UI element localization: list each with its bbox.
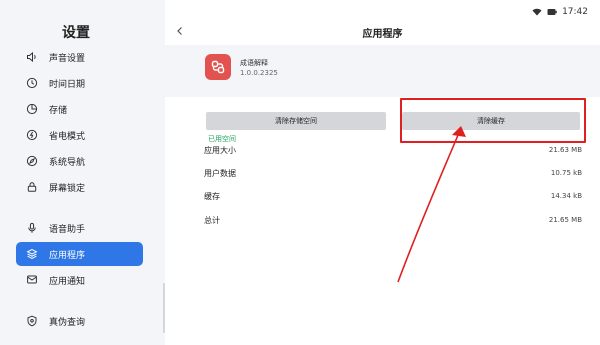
wifi-icon bbox=[532, 8, 542, 16]
info-row-total: 总计 21.65 MB bbox=[204, 213, 582, 227]
sidebar-item-applications[interactable]: 应用程序 bbox=[16, 242, 143, 266]
info-row-user-data: 用户数据 10.75 kB bbox=[204, 166, 582, 180]
annotation-highlight-box bbox=[400, 98, 586, 143]
sidebar-item-label: 语音助手 bbox=[49, 224, 86, 235]
sidebar-item-datetime[interactable]: 时间日期 bbox=[16, 71, 143, 95]
app-info-header: 成语解释 1.0.0.2325 bbox=[165, 45, 600, 97]
sidebar-item-label: 系统导航 bbox=[49, 157, 86, 168]
app-icon bbox=[205, 54, 231, 80]
lock-icon bbox=[25, 180, 39, 194]
sidebar-item-label: 真伪查询 bbox=[49, 317, 86, 328]
sidebar-item-notifications[interactable]: 应用通知 bbox=[16, 268, 143, 292]
info-row-key: 总计 bbox=[204, 215, 220, 225]
info-row-app-size: 应用大小 21.63 MB bbox=[204, 143, 582, 157]
sidebar-item-label: 屏幕锁定 bbox=[49, 183, 86, 194]
info-row-key: 用户数据 bbox=[204, 168, 236, 178]
app-version: 1.0.0.2325 bbox=[240, 69, 278, 77]
compass-icon bbox=[25, 154, 39, 168]
speaker-icon bbox=[25, 50, 39, 64]
info-row-value: 21.63 MB bbox=[548, 146, 582, 154]
info-row-value: 10.75 kB bbox=[550, 169, 582, 177]
sidebar-item-power-saving[interactable]: 省电模式 bbox=[16, 123, 143, 147]
clear-storage-button[interactable]: 清除存储空间 bbox=[206, 112, 386, 130]
storage-icon bbox=[25, 102, 39, 116]
sidebar-item-voice-assistant[interactable]: 语音助手 bbox=[16, 216, 143, 240]
sidebar-item-label: 声音设置 bbox=[49, 53, 86, 64]
app-name: 成语解释 bbox=[240, 59, 268, 67]
battery-icon bbox=[25, 128, 39, 142]
sidebar-item-label: 应用程序 bbox=[49, 250, 86, 261]
sidebar-item-label: 省电模式 bbox=[49, 131, 86, 142]
sidebar-item-storage[interactable]: 存储 bbox=[16, 97, 143, 121]
sidebar-item-authenticity-check[interactable]: 真伪查询 bbox=[16, 309, 143, 333]
battery-status-icon bbox=[547, 9, 557, 15]
status-bar: 17:42 bbox=[0, 0, 600, 28]
info-row-value: 14.34 kB bbox=[550, 192, 582, 200]
info-row-key: 缓存 bbox=[204, 191, 220, 201]
sidebar-item-sound[interactable]: 声音设置 bbox=[16, 45, 143, 69]
main-panel: 应用程序 成语解释 1.0.0.2325 清除存储空间 清除缓存 已用空间 应用… bbox=[165, 0, 600, 345]
sidebar-item-screen-lock[interactable]: 屏幕锁定 bbox=[16, 175, 143, 199]
info-row-cache: 缓存 14.34 kB bbox=[204, 189, 582, 203]
microphone-icon bbox=[25, 221, 39, 235]
sidebar-item-navigation[interactable]: 系统导航 bbox=[16, 149, 143, 173]
sidebar-item-label: 时间日期 bbox=[49, 79, 86, 90]
sidebar-item-label: 存储 bbox=[49, 105, 68, 116]
shield-icon bbox=[25, 314, 39, 328]
layers-icon bbox=[25, 247, 39, 261]
info-row-key: 应用大小 bbox=[204, 145, 236, 155]
clock-icon bbox=[25, 76, 39, 90]
sidebar: 设置 声音设置 时间日期 存储 省电模式 系统导航 屏幕锁定 语音助手 应用程序… bbox=[0, 0, 165, 345]
status-time: 17:42 bbox=[562, 7, 588, 17]
info-row-value: 21.65 MB bbox=[548, 216, 582, 224]
message-icon bbox=[25, 273, 39, 287]
sidebar-item-label: 应用通知 bbox=[49, 276, 86, 287]
